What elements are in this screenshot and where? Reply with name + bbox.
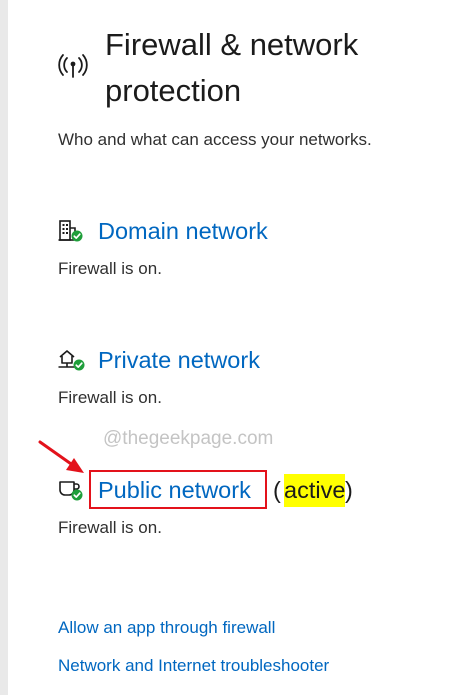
page-title-line-1: Firewall & network	[105, 27, 359, 62]
page-subtitle: Who and what can access your networks.	[58, 130, 372, 149]
private-network-link[interactable]: Private network	[98, 345, 260, 375]
red-arrow-icon	[38, 440, 84, 473]
house-network-shield-icon	[58, 350, 85, 371]
building-shield-icon	[58, 220, 83, 242]
page-title-line-2: protection	[105, 73, 242, 108]
troubleshooter-link[interactable]: Network and Internet troubleshooter	[58, 655, 329, 677]
domain-network-link[interactable]: Domain network	[98, 216, 268, 246]
domain-network-status: Firewall is on.	[58, 259, 162, 278]
private-network-status: Firewall is on.	[58, 388, 162, 407]
highlight-box	[89, 470, 267, 509]
allow-app-link[interactable]: Allow an app through firewall	[58, 617, 275, 639]
watermark: @thegeekpage.com	[103, 428, 274, 449]
left-pane-edge	[0, 0, 8, 695]
coffee-cup-shield-icon	[59, 481, 83, 501]
open-paren: (	[273, 477, 281, 503]
public-network-status: Firewall is on.	[58, 518, 162, 537]
active-badge: active	[284, 477, 346, 503]
close-paren: )	[345, 477, 353, 503]
wifi-broadcast-icon	[58, 54, 88, 78]
